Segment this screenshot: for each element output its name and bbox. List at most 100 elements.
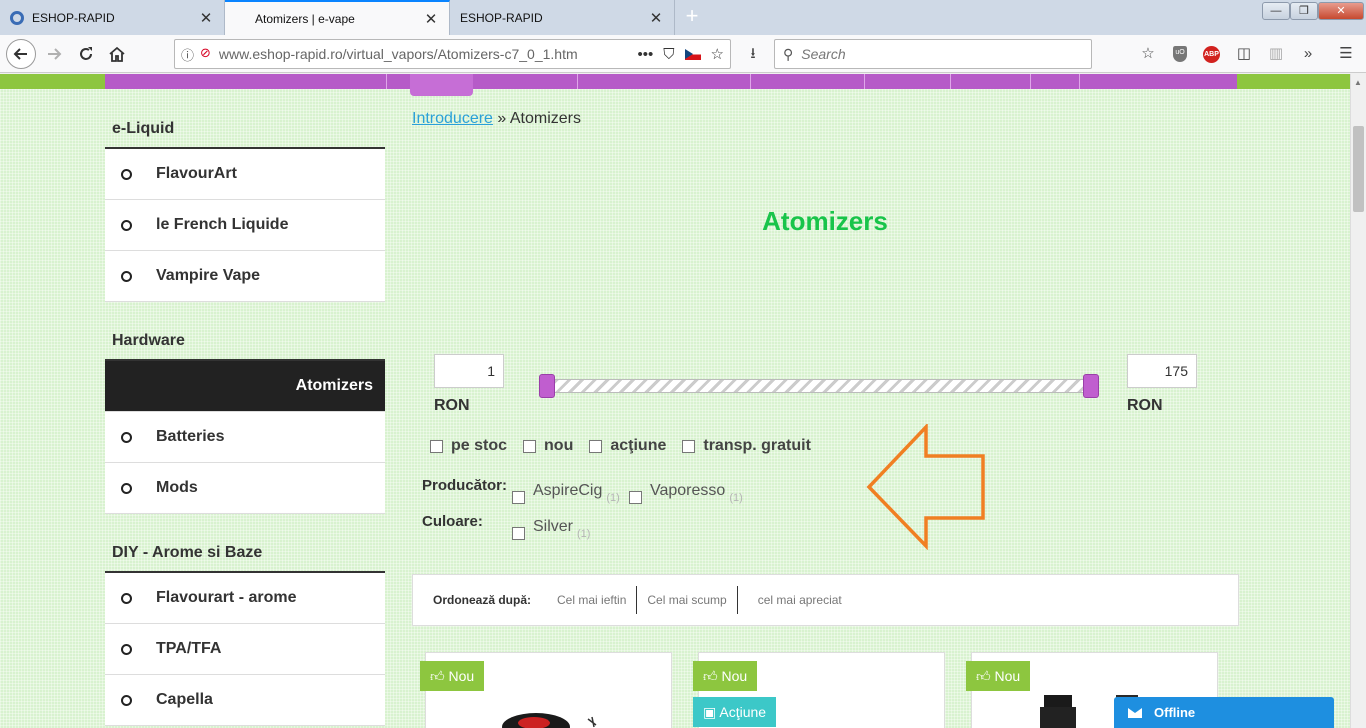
badge-new: 👍︎ Nou	[420, 661, 485, 691]
price-min-input[interactable]: 1	[434, 354, 504, 388]
category-item-tpa-tfa[interactable]: TPA/TFA	[105, 624, 385, 675]
filter-pe-stoc[interactable]: pe stoc	[430, 437, 507, 455]
category-item-label: Mods	[156, 479, 198, 496]
tab-close-icon[interactable]: ✕	[423, 10, 439, 28]
site-favicon-icon	[10, 10, 24, 25]
breadcrumb-home-link[interactable]: Introducere	[412, 110, 493, 127]
adblock-plus-icon[interactable]: ABP	[1203, 46, 1220, 63]
page-title: Atomizers	[762, 206, 888, 236]
category-item-vampire-vape[interactable]: Vampire Vape	[105, 251, 385, 302]
download-icon[interactable]: ⭳	[743, 44, 763, 64]
filter-transport-gratuit[interactable]: transp. gratuit	[682, 437, 811, 455]
info-icon: ⓘ	[181, 47, 195, 63]
scrollbar-thumb[interactable]	[1353, 126, 1364, 212]
checkbox[interactable]	[523, 439, 537, 453]
tab-close-icon[interactable]: ✕	[198, 9, 214, 27]
search-placeholder: Search	[801, 46, 846, 62]
category-item-batteries[interactable]: Batteries	[105, 412, 385, 463]
sort-most-expensive[interactable]: Cel mai scump	[637, 586, 738, 614]
filter-producer-aspirecig[interactable]: AspireCig (1)	[512, 482, 620, 504]
close-window-button[interactable]: ✕	[1318, 2, 1364, 20]
price-range-track[interactable]	[545, 379, 1093, 393]
reader-view-icon[interactable]: ▥	[1266, 44, 1286, 64]
price-min-handle[interactable]	[539, 374, 555, 398]
category-item-label: TPA/TFA	[156, 640, 222, 657]
color-filter-label: Culoare:	[422, 513, 483, 530]
category-item-label: Flavourart - arome	[156, 589, 297, 606]
flag-filters: pe stoc nou acţiune transp. gratuit	[430, 437, 817, 455]
breadcrumb: Introducere » Atomizers	[412, 110, 581, 128]
language-flag-icon[interactable]	[684, 48, 701, 60]
new-tab-button[interactable]: +	[680, 5, 704, 29]
menu-separator	[386, 74, 387, 89]
checkbox[interactable]	[512, 491, 525, 504]
checkbox[interactable]	[430, 439, 443, 453]
sidebar-toggle-icon[interactable]: ◫	[1234, 44, 1254, 64]
address-bar[interactable]: ⓘ ⊘ www.eshop-rapid.ro/virtual_vapors/At…	[174, 39, 731, 69]
breadcrumb-separator: »	[497, 110, 507, 127]
sort-bar: Ordonează după: Cel mai ieftin Cel mai s…	[412, 574, 1239, 626]
filter-option-label: AspireCig	[533, 482, 603, 499]
category-item-le-french-liquide[interactable]: le French Liquide	[105, 200, 385, 251]
page-scrollbar[interactable]: ▲	[1350, 74, 1366, 728]
home-button[interactable]	[103, 40, 131, 68]
library-icon[interactable]: ☆	[1138, 44, 1158, 64]
product-image[interactable]	[496, 705, 606, 728]
tab-close-icon[interactable]: ✕	[648, 9, 664, 27]
chat-offline-button[interactable]: Offline	[1114, 697, 1334, 728]
checkbox[interactable]	[682, 439, 696, 453]
category-list-eliquid: FlavourArt le French Liquide Vampire Vap…	[105, 147, 385, 302]
category-item-flavourart[interactable]: FlavourArt	[105, 149, 385, 200]
scroll-up-arrow-icon[interactable]: ▲	[1354, 78, 1362, 87]
category-item-flavourart-arome[interactable]: Flavourart - arome	[105, 573, 385, 624]
overflow-chevron-icon[interactable]: »	[1298, 44, 1318, 64]
gift-icon: ▣	[703, 704, 720, 720]
tab-eshop-rapid-1[interactable]: ESHOP-RAPID ✕	[0, 0, 225, 35]
menu-separator	[577, 74, 578, 89]
site-info[interactable]: ⓘ ⊘	[181, 45, 211, 64]
tab-eshop-rapid-2[interactable]: ESHOP-RAPID ✕	[450, 0, 675, 35]
checkbox[interactable]	[629, 491, 642, 504]
sort-cheapest[interactable]: Cel mai ieftin	[547, 586, 638, 614]
minimize-button[interactable]: —	[1262, 2, 1290, 20]
url-text[interactable]: www.eshop-rapid.ro/virtual_vapors/Atomiz…	[219, 46, 638, 62]
breadcrumb-current: Atomizers	[509, 110, 581, 127]
price-max-handle[interactable]	[1083, 374, 1099, 398]
maximize-button[interactable]: ❐	[1290, 2, 1318, 20]
menu-separator	[950, 74, 951, 89]
tab-label: Atomizers | e-vape	[255, 11, 355, 26]
checkbox[interactable]	[512, 527, 525, 540]
filter-nou[interactable]: nou	[523, 437, 573, 455]
price-min-currency: RON	[434, 397, 470, 414]
category-item-mods[interactable]: Mods	[105, 463, 385, 514]
main-menu-bar[interactable]	[105, 74, 1237, 89]
page-actions-button[interactable]: •••	[638, 46, 654, 63]
category-item-label: Atomizers	[295, 377, 373, 394]
hamburger-menu-icon[interactable]: ☰	[1336, 44, 1356, 64]
category-item-capella[interactable]: Capella	[105, 675, 385, 726]
category-item-atomizers[interactable]: Atomizers	[105, 361, 385, 412]
reload-button[interactable]	[72, 40, 100, 68]
back-button[interactable]	[6, 39, 36, 69]
filter-producer-vaporesso[interactable]: Vaporesso (1)	[629, 482, 743, 504]
menu-item-active[interactable]	[410, 74, 473, 96]
ublock-icon[interactable]: uO	[1173, 46, 1187, 62]
badge-new: 👍︎ Nou	[693, 661, 758, 691]
menu-separator	[864, 74, 865, 89]
filter-label: nou	[544, 437, 574, 454]
thumbs-up-icon: 👍︎	[430, 668, 449, 684]
producer-filter-label: Producător:	[422, 477, 508, 494]
filter-color-silver[interactable]: Silver (1)	[512, 518, 590, 540]
category-title-hardware: Hardware	[112, 332, 185, 349]
forward-button[interactable]	[40, 40, 68, 68]
tracking-protection-icon: ⊘	[200, 44, 211, 60]
bookmark-star-icon[interactable]: ☆	[711, 45, 724, 63]
sort-most-appreciated[interactable]: cel mai apreciat	[738, 586, 852, 614]
price-max-input[interactable]: 175	[1127, 354, 1197, 388]
search-input[interactable]: ⚲ Search	[774, 39, 1092, 69]
pocket-icon[interactable]: ⛉	[663, 46, 674, 63]
tab-atomizers[interactable]: Atomizers | e-vape ✕	[225, 0, 450, 35]
filter-actiune[interactable]: acţiune	[589, 437, 666, 455]
circle-bullet-icon	[121, 643, 132, 655]
checkbox[interactable]	[589, 439, 603, 453]
